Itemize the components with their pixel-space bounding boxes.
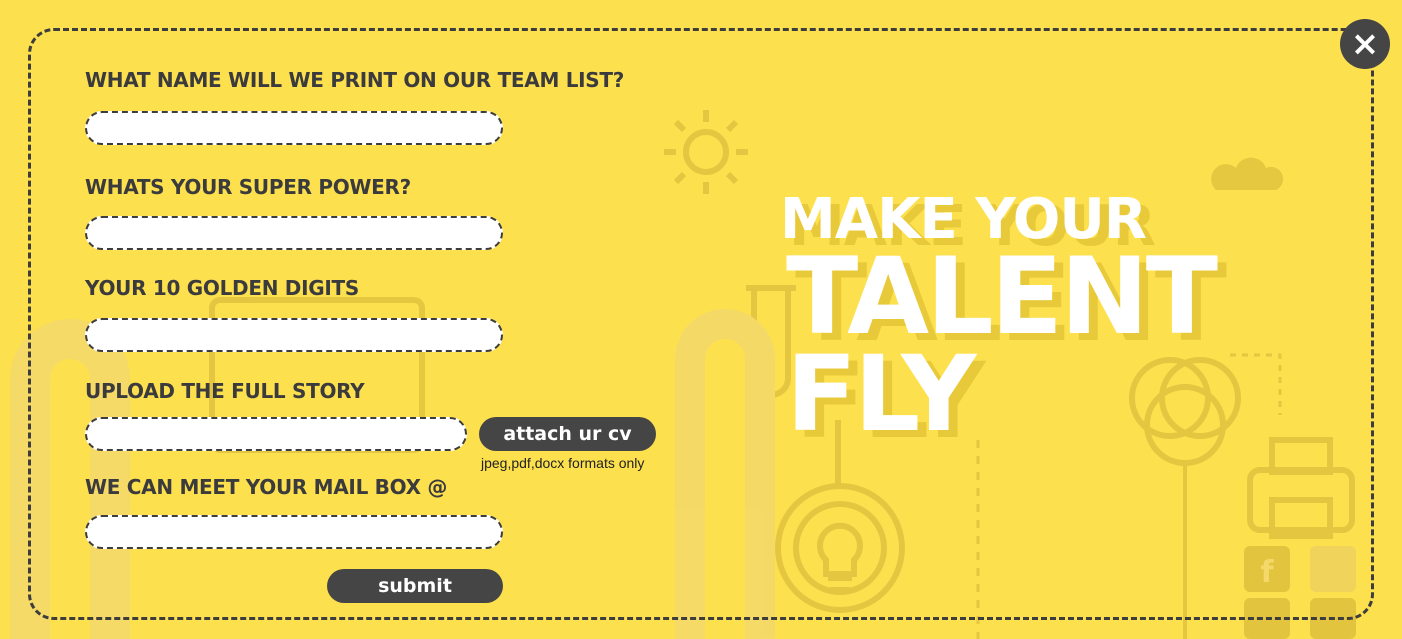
upload-label: UPLOAD THE FULL STORY xyxy=(85,379,365,403)
upload-input[interactable] xyxy=(85,417,467,451)
attach-cv-button[interactable]: attach ur cv xyxy=(479,417,656,451)
phone-label: YOUR 10 GOLDEN DIGITS xyxy=(85,276,359,300)
headline-line-3: FLY xyxy=(786,333,976,455)
name-label: WHAT NAME WILL WE PRINT ON OUR TEAM LIST… xyxy=(85,68,625,92)
close-button[interactable]: × xyxy=(1340,19,1390,69)
super-power-input[interactable] xyxy=(85,216,503,250)
submit-button[interactable]: submit xyxy=(327,569,503,603)
phone-input[interactable] xyxy=(85,318,503,352)
formats-hint: jpeg,pdf,docx formats only xyxy=(481,455,645,471)
name-input[interactable] xyxy=(85,111,503,145)
email-input[interactable] xyxy=(85,515,503,549)
super-power-label: WHATS YOUR SUPER POWER? xyxy=(85,175,411,199)
email-label: WE CAN MEET YOUR MAIL BOX @ xyxy=(85,475,448,499)
